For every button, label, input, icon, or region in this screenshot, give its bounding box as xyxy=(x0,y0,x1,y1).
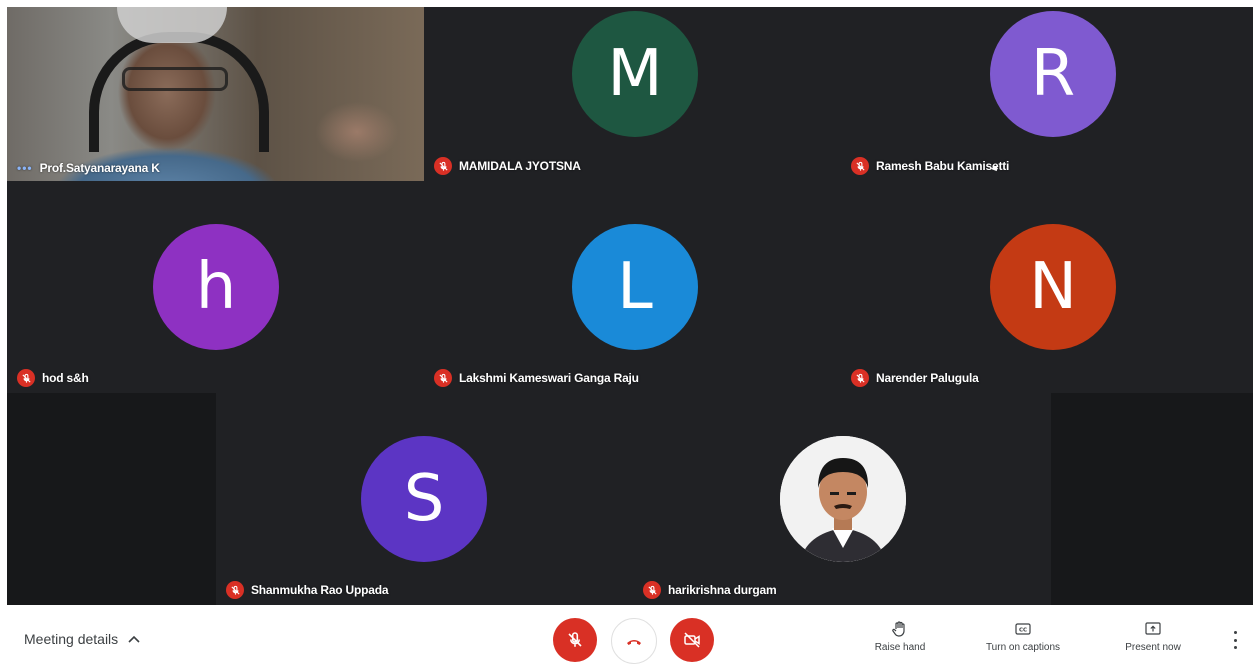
raise-hand-button[interactable]: Raise hand xyxy=(852,620,948,653)
participant-name: MAMIDALA JYOTSNA xyxy=(459,159,581,173)
captions-button[interactable]: CC Turn on captions xyxy=(975,620,1071,653)
participant-name: Shanmukha Rao Uppada xyxy=(251,583,389,597)
mic-off-icon xyxy=(643,581,661,599)
participant-tile-p7[interactable]: S Shanmukha Rao Uppada xyxy=(216,393,633,605)
speaking-dots-icon: ••• xyxy=(17,161,33,175)
profile-photo xyxy=(780,436,906,562)
mic-off-icon xyxy=(17,369,35,387)
headphones-shape xyxy=(89,32,269,152)
empty-grid-area-left xyxy=(7,393,216,605)
meeting-details-label: Meeting details xyxy=(24,631,119,647)
participant-label: Narender Palugula xyxy=(851,369,979,387)
chevron-up-icon xyxy=(128,635,140,643)
leave-call-button[interactable] xyxy=(611,618,657,664)
camera-toggle-button[interactable] xyxy=(670,618,714,662)
more-vertical-icon[interactable] xyxy=(1234,631,1238,649)
meeting-details-button[interactable]: Meeting details xyxy=(24,631,140,647)
empty-grid-area-right xyxy=(1051,393,1253,605)
participant-tile-p1[interactable]: ••• Prof.Satyanarayana K xyxy=(7,7,424,181)
avatar: R xyxy=(990,11,1116,137)
phone-hangup-icon xyxy=(627,640,641,645)
participant-tile-p2[interactable]: M MAMIDALA JYOTSNA xyxy=(424,7,841,181)
participant-label: hod s&h xyxy=(17,369,89,387)
participant-name: Lakshmi Kameswari Ganga Raju xyxy=(459,371,639,385)
participant-label: ••• Prof.Satyanarayana K xyxy=(17,161,160,175)
participant-name: Ramesh Babu Kamisetti xyxy=(876,159,1010,173)
participant-tile-p3[interactable]: R Ramesh Babu Kamisetti xyxy=(841,7,1253,181)
avatar: S xyxy=(361,436,487,562)
mic-off-icon xyxy=(851,157,869,175)
present-now-button[interactable]: Present now xyxy=(1105,620,1201,653)
mic-off-icon xyxy=(568,632,582,647)
avatar: N xyxy=(990,224,1116,350)
participant-name: harikrishna durgam xyxy=(668,583,777,597)
participant-label: MAMIDALA JYOTSNA xyxy=(434,157,581,175)
participant-name: Narender Palugula xyxy=(876,371,979,385)
participant-label: harikrishna durgam xyxy=(643,581,777,599)
participant-label: Shanmukha Rao Uppada xyxy=(226,581,389,599)
mic-off-icon xyxy=(434,157,452,175)
avatar: h xyxy=(153,224,279,350)
glasses-shape xyxy=(122,67,228,91)
camera-off-icon xyxy=(684,632,700,648)
meeting-control-bar: Meeting details Raise hand CC Turn on ca… xyxy=(0,605,1253,664)
participant-name: Prof.Satyanarayana K xyxy=(39,161,160,175)
participant-tile-p6[interactable]: N Narender Palugula xyxy=(841,181,1253,393)
participant-tile-p4[interactable]: h hod s&h xyxy=(7,181,424,393)
participant-grid: ••• Prof.Satyanarayana K M MAMIDALA JYOT… xyxy=(7,7,1253,605)
microphone-toggle-button[interactable] xyxy=(553,618,597,662)
captions-label: Turn on captions xyxy=(985,642,1061,653)
participant-name: hod s&h xyxy=(42,371,89,385)
avatar: L xyxy=(572,224,698,350)
mic-off-icon xyxy=(851,369,869,387)
participant-label: Lakshmi Kameswari Ganga Raju xyxy=(434,369,639,387)
mic-off-icon xyxy=(434,369,452,387)
present-now-label: Present now xyxy=(1125,642,1181,653)
participant-label: Ramesh Babu Kamisetti xyxy=(851,157,1009,175)
participant-tile-p5[interactable]: L Lakshmi Kameswari Ganga Raju xyxy=(424,181,841,393)
mic-off-icon xyxy=(226,581,244,599)
person-photo-icon xyxy=(780,436,906,562)
avatar: M xyxy=(572,11,698,137)
hand-icon xyxy=(892,621,905,637)
svg-text:CC: CC xyxy=(1019,628,1027,634)
participant-video xyxy=(7,7,424,181)
cc-icon: CC xyxy=(1015,623,1031,635)
raise-hand-label: Raise hand xyxy=(874,642,926,653)
present-icon xyxy=(1145,622,1161,635)
participant-tile-p8[interactable]: harikrishna durgam xyxy=(633,393,1051,605)
